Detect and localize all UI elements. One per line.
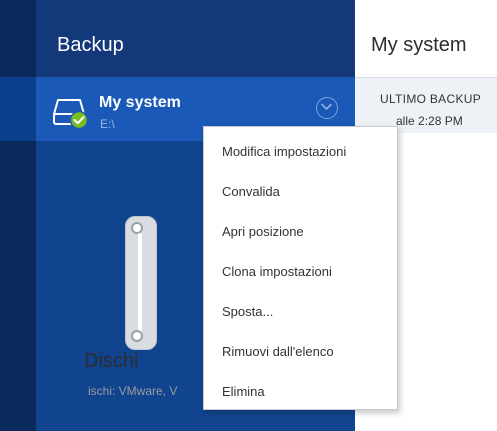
last-backup-time: alle 2:28 PM <box>396 114 463 128</box>
menu-item-label: Sposta... <box>222 304 274 319</box>
screw-icon <box>131 222 143 234</box>
nav-rail-top <box>0 0 36 77</box>
menu-item-label: Apri posizione <box>222 224 304 239</box>
destination-drive-icon <box>125 216 157 350</box>
destination-name: Dischi <box>84 350 139 372</box>
drive-slot <box>138 233 142 333</box>
menu-item-label: Elimina <box>222 384 265 399</box>
menu-item-edit-settings[interactable]: Modifica impostazioni <box>204 129 397 169</box>
drive-check-icon <box>52 94 92 130</box>
backup-name: My system <box>99 94 181 111</box>
menu-item-move[interactable]: Sposta... <box>204 289 397 329</box>
screw-icon <box>131 330 143 342</box>
destination-description: ischi: VMware, V <box>88 384 178 398</box>
nav-rail <box>0 0 36 431</box>
menu-item-open-location[interactable]: Apri posizione <box>204 209 397 249</box>
menu-item-label: Modifica impostazioni <box>222 144 347 159</box>
backup-path: E:\ <box>100 117 115 131</box>
menu-item-label: Clona impostazioni <box>222 264 332 279</box>
sidebar-title: Backup <box>57 34 124 56</box>
context-menu: Modifica impostazioni Convalida Apri pos… <box>203 126 398 410</box>
menu-item-label: Convalida <box>222 184 280 199</box>
sidebar-header: Backup <box>36 0 355 77</box>
page-title: My system <box>371 34 467 56</box>
menu-item-validate[interactable]: Convalida <box>204 169 397 209</box>
menu-item-clone-settings[interactable]: Clona impostazioni <box>204 249 397 289</box>
chevron-down-icon[interactable] <box>316 97 338 119</box>
menu-item-label: Rimuovi dall'elenco <box>222 344 334 359</box>
menu-item-delete[interactable]: Elimina <box>204 369 397 409</box>
nav-rail-selected-indicator <box>0 77 36 141</box>
last-backup-label: ULTIMO BACKUP <box>380 92 482 106</box>
menu-item-remove-from-list[interactable]: Rimuovi dall'elenco <box>204 329 397 369</box>
backup-info-bar: ULTIMO BACKUP alle 2:28 PM <box>355 77 497 133</box>
